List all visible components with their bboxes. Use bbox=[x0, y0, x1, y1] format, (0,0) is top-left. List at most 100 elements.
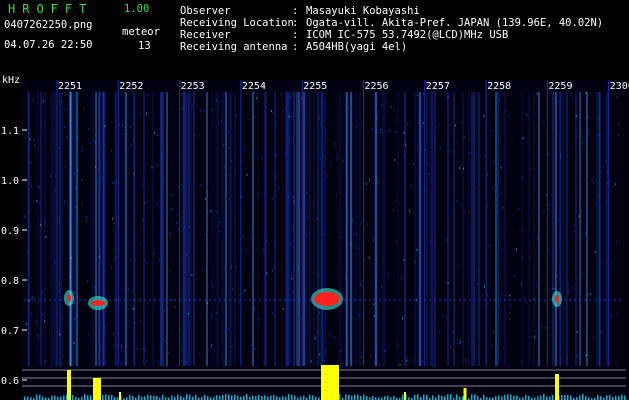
noise-speckle bbox=[291, 277, 293, 280]
noise-speckle bbox=[478, 270, 480, 273]
noise-speckle bbox=[204, 233, 206, 236]
noise-speckle bbox=[44, 320, 46, 323]
baseline-bar bbox=[171, 395, 173, 400]
noise-speckle bbox=[360, 355, 362, 358]
noise-speckle bbox=[112, 217, 114, 220]
noise-speckle bbox=[191, 273, 193, 276]
noise-speckle bbox=[509, 294, 511, 297]
noise-speckle bbox=[543, 210, 545, 213]
noise-speckle bbox=[149, 186, 151, 189]
noise-speckle bbox=[75, 186, 77, 189]
baseline-bar bbox=[462, 396, 464, 400]
noise-speckle bbox=[64, 166, 66, 169]
noise-speckle bbox=[266, 239, 268, 242]
noise-speckle bbox=[176, 213, 178, 216]
meteor-echo bbox=[67, 294, 71, 302]
noise-speckle bbox=[395, 199, 397, 202]
noise-speckle bbox=[346, 323, 347, 326]
baseline-bar bbox=[90, 395, 92, 400]
noise-speckle bbox=[554, 288, 556, 291]
noise-speckle bbox=[455, 309, 457, 312]
baseline-bar bbox=[582, 394, 584, 400]
noise-speckle bbox=[552, 258, 554, 261]
baseline-bar bbox=[189, 394, 191, 400]
noise-speckle bbox=[157, 164, 159, 166]
noise-speckle bbox=[284, 153, 286, 156]
noise-speckle bbox=[289, 95, 291, 98]
activity-peak bbox=[321, 365, 339, 400]
noise-speckle bbox=[133, 172, 135, 175]
baseline-bar bbox=[219, 395, 221, 400]
noise-speckle bbox=[81, 202, 83, 205]
noise-speckle bbox=[199, 352, 201, 355]
baseline-bar bbox=[39, 394, 41, 400]
noise-speckle bbox=[238, 301, 240, 304]
noise-speckle bbox=[207, 210, 209, 213]
noise-speckle bbox=[104, 124, 106, 127]
y-unit-label: kHz bbox=[2, 75, 20, 86]
noise-speckle bbox=[593, 182, 594, 185]
noise-speckle bbox=[520, 283, 522, 286]
baseline-bar bbox=[474, 394, 476, 400]
noise-speckle bbox=[469, 151, 471, 154]
noise-speckle bbox=[189, 225, 191, 228]
noise-speckle bbox=[567, 289, 569, 292]
time-label: 2254 bbox=[242, 81, 266, 92]
noise-speckle bbox=[210, 344, 212, 347]
noise-speckle bbox=[504, 110, 506, 113]
noise-speckle bbox=[495, 209, 497, 212]
baseline-bar bbox=[87, 395, 89, 400]
activity-peak bbox=[93, 378, 101, 400]
noise-speckle bbox=[379, 363, 381, 366]
noise-speckle bbox=[487, 174, 489, 177]
baseline-bar bbox=[309, 395, 311, 400]
noise-speckle bbox=[58, 281, 60, 284]
noise-speckle bbox=[595, 251, 597, 254]
baseline-bar bbox=[261, 396, 263, 400]
noise-speckle bbox=[463, 135, 465, 138]
noise-speckle bbox=[31, 185, 32, 188]
noise-speckle bbox=[447, 317, 449, 320]
noise-speckle bbox=[320, 100, 322, 103]
noise-speckle bbox=[25, 322, 27, 325]
noise-speckle bbox=[293, 201, 295, 204]
noise-speckle bbox=[393, 210, 395, 213]
baseline-bar bbox=[354, 394, 356, 400]
noise-speckle bbox=[487, 293, 489, 296]
noise-speckle bbox=[230, 267, 232, 270]
noise-speckle bbox=[54, 261, 55, 264]
noise-speckle bbox=[154, 131, 155, 134]
noise-speckle bbox=[142, 347, 144, 350]
noise-speckle bbox=[610, 315, 612, 318]
noise-speckle bbox=[604, 261, 606, 264]
baseline-bar bbox=[138, 395, 140, 400]
noise-speckle bbox=[557, 100, 559, 103]
noise-speckle bbox=[250, 344, 252, 347]
noise-speckle bbox=[559, 157, 561, 160]
noise-speckle bbox=[216, 211, 218, 214]
baseline-bar bbox=[618, 396, 620, 400]
noise-speckle bbox=[566, 356, 568, 359]
baseline-bar bbox=[207, 395, 209, 400]
noise-speckle bbox=[181, 349, 183, 352]
baseline-bar bbox=[432, 395, 434, 400]
noise-speckle bbox=[166, 303, 168, 306]
noise-speckle bbox=[95, 165, 97, 168]
noise-speckle bbox=[64, 200, 65, 203]
noise-speckle bbox=[254, 347, 256, 350]
noise-speckle bbox=[514, 275, 515, 278]
noise-speckle bbox=[219, 221, 221, 224]
noise-speckle bbox=[244, 289, 246, 292]
noise-speckle bbox=[228, 131, 229, 134]
baseline-bar bbox=[498, 395, 500, 400]
meteor-echo bbox=[91, 300, 105, 306]
noise-speckle bbox=[153, 252, 155, 255]
noise-speckle bbox=[234, 172, 236, 175]
noise-speckle bbox=[127, 287, 129, 290]
noise-speckle bbox=[158, 361, 159, 364]
noise-speckle bbox=[97, 181, 99, 184]
baseline-bar bbox=[264, 395, 266, 400]
noise-speckle bbox=[245, 250, 247, 252]
noise-speckle bbox=[476, 282, 478, 285]
noise-speckle bbox=[39, 201, 41, 204]
